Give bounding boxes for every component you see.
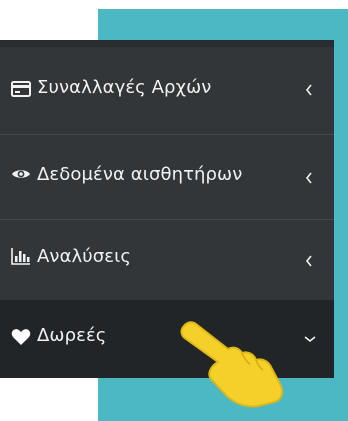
pointing-hand-icon bbox=[178, 318, 290, 418]
credit-card-icon bbox=[11, 81, 31, 97]
sidebar-item-label: Συναλλαγές Αρχών bbox=[37, 77, 212, 98]
sidebar-item-sensor-data[interactable]: Δεδομένα αισθητήρων bbox=[0, 135, 334, 219]
chevron-left-icon[interactable] bbox=[305, 172, 313, 184]
sidebar-item-transactions[interactable]: Συναλλαγές Αρχών bbox=[0, 47, 334, 134]
sidebar-item-label: Αναλύσεις bbox=[37, 246, 131, 267]
sidebar-item-analyses[interactable]: Αναλύσεις bbox=[0, 220, 334, 300]
screenshot-stage: Συναλλαγές Αρχών Δεδομένα αισθητήρων Ανα… bbox=[0, 0, 348, 421]
heart-icon bbox=[11, 328, 31, 346]
chevron-left-icon[interactable] bbox=[305, 84, 313, 96]
eye-icon bbox=[11, 167, 31, 181]
sidebar-item-label: Δεδομένα αισθητήρων bbox=[37, 164, 243, 185]
bar-chart-icon bbox=[11, 247, 31, 265]
chevron-left-icon[interactable] bbox=[305, 255, 313, 267]
sidebar-item-label: Δωρεές bbox=[37, 325, 107, 346]
chevron-down-icon[interactable] bbox=[304, 335, 316, 343]
menu-top-strip bbox=[0, 40, 334, 47]
